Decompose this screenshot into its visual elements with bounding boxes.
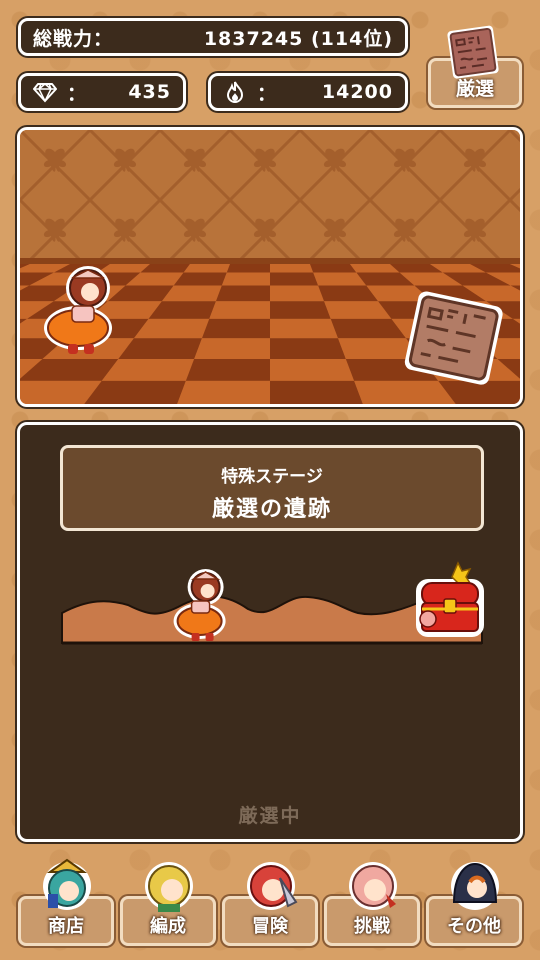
stage-title: 厳選の遺跡 [211,497,332,522]
floor-tile [310,264,357,273]
nav-formation-button[interactable]: 編成 [120,858,216,946]
floor-tile [270,358,355,381]
floor-tile [270,285,325,302]
gem-value: 435 [128,81,171,103]
stage-subtitle: 特殊ステージ [221,467,323,487]
floor-tile [194,338,270,359]
fire-counter: ： 14200 [208,73,408,111]
floor-tile [201,318,270,339]
treasure-chest-icon [416,561,484,637]
floor-tile [221,272,270,286]
stage-title-box: 特殊ステージ 厳選の遺跡 [60,445,484,531]
total-power-label: 総戦力： [33,27,114,50]
stage-scene-art [20,130,520,404]
status-text: 厳選中 [238,805,302,827]
fire-value: 14200 [321,81,393,103]
gem-counter: ： 435 [18,73,186,111]
gem-label: ： [67,82,88,105]
shop-character-icon [43,858,91,910]
floor-tile [177,380,270,404]
floor-tile [183,264,230,273]
total-power-display: 総戦力： 1837245 (114位) [18,18,408,56]
stage-info-panel: 特殊ステージ 厳選の遺跡 厳選中 [17,422,523,842]
floor-tile [270,380,363,404]
stone-tablet-icon [447,25,499,79]
fire-label: ： [257,82,278,105]
floor-tile [354,380,456,404]
floor-tile [270,272,319,286]
formation-character-icon [145,862,193,912]
progress-track [61,561,484,645]
nav-shop-button[interactable]: 商店 [18,858,114,946]
challenge-character-icon [349,862,397,910]
floor-tile [270,264,314,273]
floor-tile [84,380,186,404]
other-character-icon [451,862,499,910]
floor-tile [226,264,270,273]
nav-challenge-button[interactable]: 挑戦 [324,858,420,946]
total-power-value: 1837245 (114位) [203,27,393,50]
floor-tile [270,301,331,319]
nav-other-button[interactable]: その他 [426,858,522,946]
floor-tile [215,285,270,302]
flame-icon [226,81,244,103]
floor-tile [270,318,339,339]
floor-tile [209,301,270,319]
adventure-character-icon [247,862,298,910]
stage-scene [17,127,523,407]
floor-tile [185,358,270,381]
floor-tile [270,338,346,359]
nav-adventure-button[interactable]: 冒険 [222,858,318,946]
diamond-icon [33,83,57,103]
